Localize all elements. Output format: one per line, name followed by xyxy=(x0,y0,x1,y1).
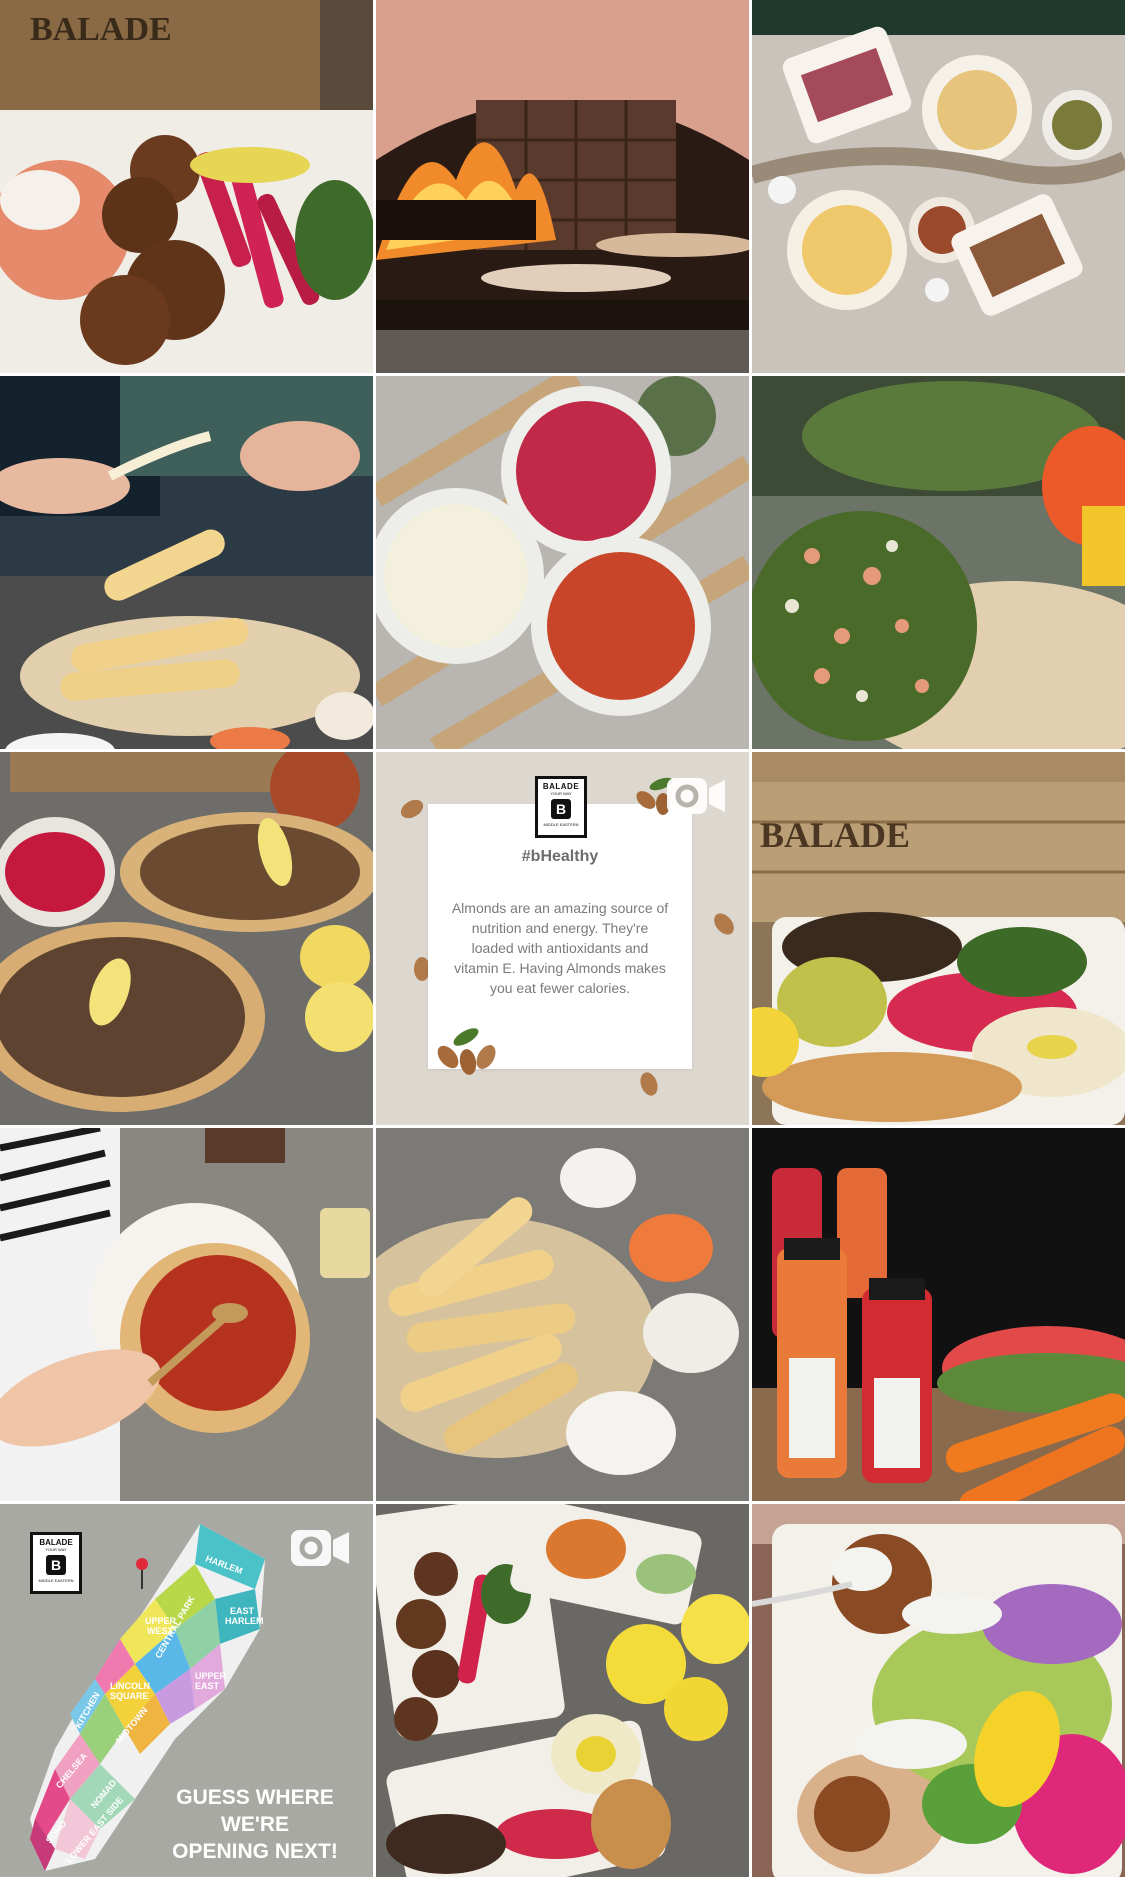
photo-bottled-juices xyxy=(752,1128,1125,1501)
headline-line-2: WE'RE xyxy=(221,1813,289,1836)
tile-12[interactable] xyxy=(752,1128,1125,1501)
tile-5[interactable] xyxy=(376,376,749,749)
map-label-square: SQUARE xyxy=(110,1691,149,1701)
logo-sub: YOUR WAY xyxy=(550,791,572,796)
photo-lahm-bi-ajeen xyxy=(0,752,373,1125)
tile-11[interactable] xyxy=(376,1128,749,1501)
map-headline: GUESS WHERE WE'RE OPENING NEXT! xyxy=(150,1784,360,1865)
photo-two-bowls xyxy=(376,1504,749,1877)
tile-14[interactable] xyxy=(376,1504,749,1877)
tile-13-map[interactable]: BALADE YOUR WAY B MIDDLE EASTERN HARLEM … xyxy=(0,1504,373,1877)
photo-falafel-platter: BALADE xyxy=(0,0,373,373)
photo-grid: BALADE BALADE YOUR WAY B MIDDLE EASTERN … xyxy=(0,0,1125,1879)
wall-sign-text-2: BALADE xyxy=(760,815,910,855)
photo-falafel-salad-bowl xyxy=(752,1504,1125,1877)
tile-7[interactable] xyxy=(0,752,373,1125)
headline-line-1: GUESS WHERE xyxy=(176,1786,334,1809)
logo-brand: BALADE xyxy=(542,782,580,791)
video-camera-icon xyxy=(289,1526,351,1570)
photo-balade-bowl: BALADE xyxy=(752,752,1125,1125)
tip-title: #bHealthy xyxy=(521,848,599,865)
wall-sign-text-1: BALADE xyxy=(30,11,172,48)
tile-1[interactable]: BALADE xyxy=(0,0,373,373)
photo-wood-oven xyxy=(376,0,749,373)
photo-cheese-rolls-pull xyxy=(0,376,373,749)
balade-logo: BALADE YOUR WAY B MIDDLE EASTERN xyxy=(535,776,587,838)
headline-line-3: OPENING NEXT! xyxy=(172,1840,338,1863)
photo-cheese-rolls-dips xyxy=(376,1128,749,1501)
tile-3[interactable] xyxy=(752,0,1125,373)
tile-6[interactable] xyxy=(752,376,1125,749)
almonds-decoration xyxy=(437,1028,496,1075)
tile-10[interactable] xyxy=(0,1128,373,1501)
map-label-east-harlem: EAST xyxy=(230,1606,255,1616)
tip-body: Almonds are an amazing source of nutriti… xyxy=(451,900,669,996)
tile-8-tip-card[interactable]: BALADE YOUR WAY B MIDDLE EASTERN #bHealt… xyxy=(376,752,749,1125)
map-label-east-harlem-2: HARLEM xyxy=(225,1616,264,1626)
photo-three-dips xyxy=(376,376,749,749)
tile-15[interactable] xyxy=(752,1504,1125,1877)
photo-spreading-flatbread xyxy=(0,1128,373,1501)
tile-4[interactable] xyxy=(0,376,373,749)
logo-mark: B xyxy=(551,799,571,819)
photo-dish-spread xyxy=(752,0,1125,373)
tile-2[interactable] xyxy=(376,0,749,373)
video-camera-icon xyxy=(665,774,727,818)
map-label-east-side: EAST xyxy=(195,1681,220,1691)
tile-9[interactable]: BALADE xyxy=(752,752,1125,1125)
map-label-upper-east: UPPER xyxy=(195,1671,227,1681)
logo-foot: MIDDLE EASTERN xyxy=(543,822,579,827)
photo-tabbouleh xyxy=(752,376,1125,749)
map-label-lincoln: LINCOLN xyxy=(110,1681,150,1691)
